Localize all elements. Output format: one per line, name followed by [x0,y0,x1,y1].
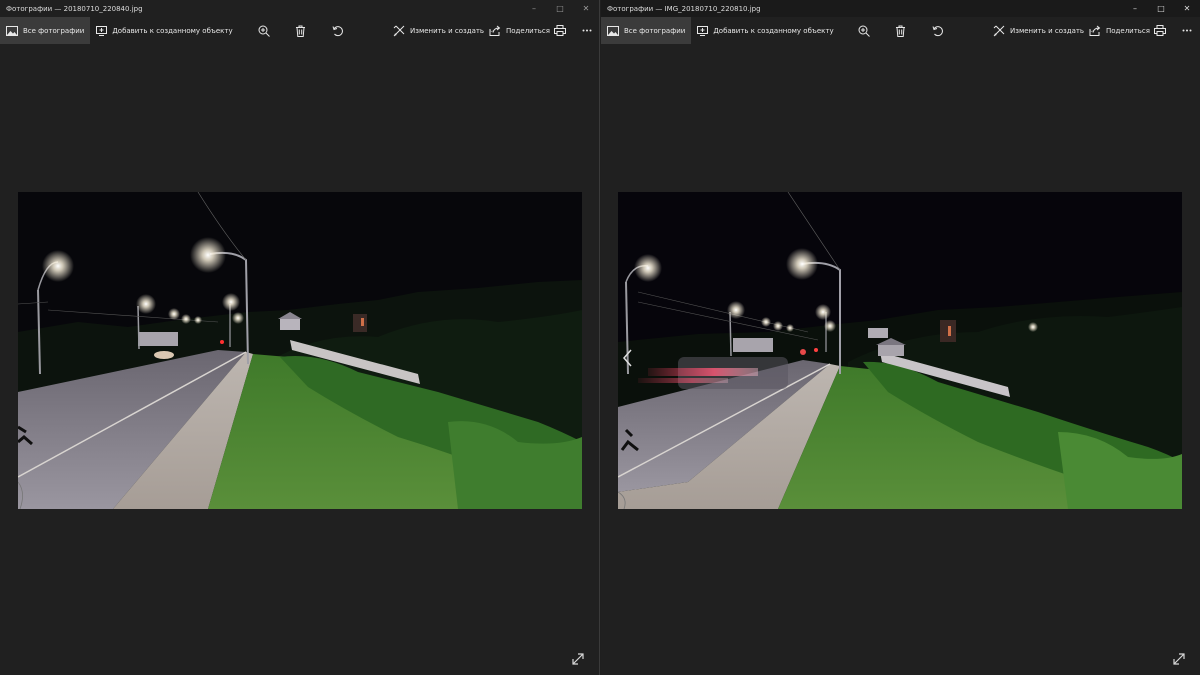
print-button[interactable] [1148,17,1177,44]
share-label: Поделиться [1106,26,1150,35]
toolbar: Все фотографии Добавить к созданному объ… [601,17,1200,44]
add-to-creation-label: Добавить к созданному объекту [112,26,233,35]
zoom-in-icon [858,25,870,37]
add-to-creation-button[interactable]: Добавить к созданному объекту [90,17,238,44]
print-button[interactable] [548,17,577,44]
add-to-creation-icon [697,25,709,36]
edit-create-icon [993,25,1005,37]
add-to-creation-icon [96,25,108,36]
expand-icon[interactable] [1172,651,1186,665]
all-photos-button[interactable]: Все фотографии [601,17,692,44]
print-icon [1154,25,1166,36]
share-label: Поделиться [506,26,550,35]
rotate-button[interactable] [326,17,355,44]
share-icon [1089,25,1101,36]
minimize-icon[interactable]: – [521,0,547,17]
title-bar: Фотографии — IMG_20180710_220810.jpg – □… [601,0,1200,17]
share-button[interactable]: Поделиться [1083,17,1156,44]
title-bar: Фотографии — 20180710_220840.jpg – □ ✕ [0,0,599,17]
rotate-icon [932,25,944,37]
chevron-left-icon[interactable] [621,348,633,368]
edit-create-label: Изменить и создать [1010,26,1085,35]
delete-button[interactable] [289,17,317,44]
expand-icon[interactable] [571,651,585,665]
photo-image [618,192,1182,509]
photos-icon [607,25,619,36]
print-icon [554,25,566,36]
rotate-icon [332,25,344,37]
close-icon[interactable]: ✕ [573,0,599,17]
window-title: Фотографии — 20180710_220840.jpg [6,4,143,13]
share-icon [489,25,501,36]
add-to-creation-button[interactable]: Добавить к созданному объекту [691,17,839,44]
delete-button[interactable] [889,17,917,44]
photos-window-left: Фотографии — 20180710_220840.jpg – □ ✕ В… [0,0,600,675]
maximize-icon[interactable]: □ [547,0,573,17]
close-icon[interactable]: ✕ [1174,0,1200,17]
trash-icon [295,25,306,37]
trash-icon [895,25,906,37]
zoom-in-icon [258,25,270,37]
window-controls: – □ ✕ [521,0,599,17]
more-button[interactable] [576,17,599,44]
toolbar: Все фотографии Добавить к созданному объ… [0,17,599,44]
all-photos-label: Все фотографии [23,26,85,35]
more-icon [582,29,592,32]
more-icon [1182,29,1192,32]
window-controls: – □ ✕ [1122,0,1200,17]
edit-create-label: Изменить и создать [410,26,485,35]
add-to-creation-label: Добавить к созданному объекту [713,26,834,35]
share-button[interactable]: Поделиться [483,17,556,44]
zoom-in-button[interactable] [252,17,281,44]
all-photos-label: Все фотографии [624,26,686,35]
photos-window-right: Фотографии — IMG_20180710_220810.jpg – □… [601,0,1200,675]
all-photos-button[interactable]: Все фотографии [0,17,91,44]
window-title: Фотографии — IMG_20180710_220810.jpg [607,4,761,13]
photo-image [18,192,582,509]
minimize-icon[interactable]: – [1122,0,1148,17]
edit-create-icon [393,25,405,37]
zoom-in-button[interactable] [852,17,881,44]
rotate-button[interactable] [926,17,955,44]
maximize-icon[interactable]: □ [1148,0,1174,17]
more-button[interactable] [1176,17,1200,44]
photos-icon [6,25,18,36]
